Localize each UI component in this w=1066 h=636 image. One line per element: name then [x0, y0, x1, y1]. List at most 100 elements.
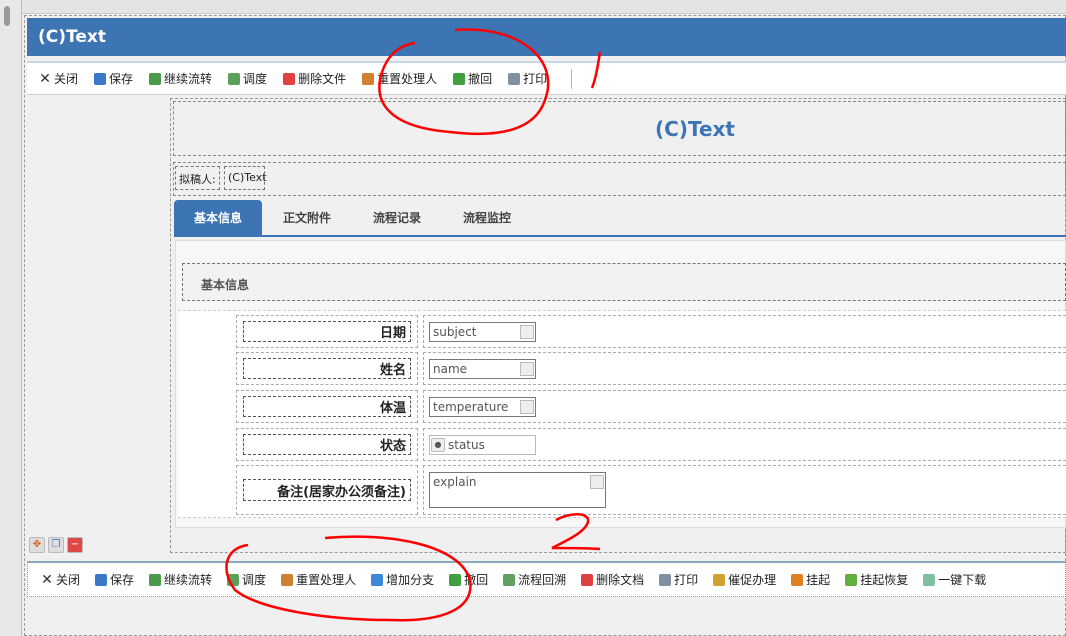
field-value-cell: subject [423, 315, 1066, 348]
field-label-date: 日期 [243, 321, 411, 342]
toolbar-button-label: 关闭 [56, 573, 81, 587]
toolbar-button-6[interactable]: 撤回 [453, 70, 492, 87]
toolbar-button-label: 撤回 [468, 72, 493, 86]
action-icon-10 [713, 573, 726, 586]
toolbar-button-label: 重置处理人 [377, 72, 438, 86]
radio-icon[interactable]: ● [431, 438, 445, 452]
delete-icon [283, 72, 296, 85]
tab-basic-info[interactable]: 基本信息 [174, 200, 262, 235]
toolbar-button-label: 流程回溯 [518, 573, 567, 587]
top-toolbar: ✕ 关闭 保存 继续流转 调度 删除文件 重置处理人 撤回 打印 [27, 61, 1066, 95]
field-label-remark: 备注(居家办公须备注) [243, 479, 411, 501]
drafter-value: (C)Text [224, 166, 267, 190]
toolbar-button-11[interactable]: 挂起 [791, 571, 830, 588]
name-input[interactable]: name [429, 359, 536, 379]
tab-bar: 基本信息 正文附件 流程记录 流程监控 [174, 200, 1066, 237]
drafter-label: 拟稿人: [175, 166, 220, 190]
temperature-input[interactable]: temperature [429, 397, 536, 417]
scrollbar-thumb[interactable] [4, 6, 10, 26]
toolbar-button-label: 调度 [242, 573, 267, 587]
action-icon-12 [845, 573, 858, 586]
toolbar-button-label: 删除文档 [596, 573, 645, 587]
toolbar-button-12[interactable]: 挂起恢复 [845, 571, 908, 588]
action-icon-3 [227, 573, 240, 586]
small-button-group: ✥ ❐ − [29, 537, 89, 557]
scrollbar[interactable] [0, 0, 22, 636]
toolbar-separator [571, 68, 573, 89]
calendar-icon[interactable] [520, 325, 534, 339]
toolbar-button-2[interactable]: 继续流转 [149, 70, 212, 87]
drafter-row [173, 162, 1066, 196]
field-label-name: 姓名 [243, 358, 411, 379]
field-value-cell: temperature [423, 390, 1066, 423]
edit-icon [520, 400, 534, 414]
top-strip [0, 0, 1066, 14]
action-icon-1 [95, 573, 108, 586]
toolbar-button-5[interactable]: 重置处理人 [362, 70, 437, 87]
date-input[interactable]: subject [429, 322, 536, 342]
action-icon-7 [503, 573, 516, 586]
toolbar-button-4[interactable]: 删除文件 [283, 70, 346, 87]
toolbar-button-label: 一键下载 [938, 573, 987, 587]
toolbar-button-label: 打印 [674, 573, 699, 587]
toolbar-button-9[interactable]: 打印 [659, 571, 698, 588]
copy-icon[interactable]: ❐ [48, 537, 64, 553]
toolbar-button-7[interactable]: 流程回溯 [503, 571, 566, 588]
undo-icon [453, 72, 466, 85]
tab-attachments[interactable]: 正文附件 [262, 200, 352, 235]
name-input-value: name [433, 362, 468, 376]
tab-flow-monitor[interactable]: 流程监控 [442, 200, 532, 235]
toolbar-button-5[interactable]: 增加分支 [371, 571, 434, 588]
toolbar-button-3[interactable]: 调度 [228, 70, 267, 87]
window-title: (C)Text [27, 18, 1066, 56]
action-icon-5 [371, 573, 384, 586]
move-icon[interactable]: ✥ [29, 537, 45, 553]
toolbar-button-label: 重置处理人 [296, 573, 357, 587]
toolbar-button-3[interactable]: 调度 [227, 571, 266, 588]
forward-icon [149, 72, 162, 85]
remove-icon[interactable]: − [67, 537, 83, 553]
toolbar-button-label: 增加分支 [386, 573, 435, 587]
action-icon-9 [659, 573, 672, 586]
toolbar-button-label: 打印 [523, 72, 548, 86]
dispatch-icon [228, 72, 241, 85]
print-icon [508, 72, 521, 85]
toolbar-button-label: 保存 [110, 573, 135, 587]
field-label-cell: 体温 [236, 390, 418, 423]
toolbar-button-label: 保存 [109, 72, 134, 86]
toolbar-button-4[interactable]: 重置处理人 [281, 571, 356, 588]
textarea-icon [590, 475, 604, 489]
toolbar-button-8[interactable]: 删除文档 [581, 571, 644, 588]
toolbar-button-label: 催促办理 [728, 573, 777, 587]
field-label-cell: 状态 [236, 428, 418, 461]
toolbar-button-10[interactable]: 催促办理 [713, 571, 776, 588]
date-input-value: subject [433, 325, 477, 339]
toolbar-button-7[interactable]: 打印 [508, 70, 547, 87]
action-icon-8 [581, 573, 594, 586]
close-icon: ✕ [39, 70, 51, 87]
field-label-cell: 备注(居家办公须备注) [236, 465, 418, 515]
toolbar-button-label: 挂起恢复 [860, 573, 909, 587]
status-radio[interactable]: ● status [429, 435, 536, 455]
status-value: status [448, 438, 485, 452]
toolbar-button-1[interactable]: 保存 [94, 70, 133, 87]
action-icon-13 [923, 573, 936, 586]
save-icon [94, 72, 107, 85]
toolbar-button-label: 删除文件 [298, 72, 347, 86]
edit-icon [520, 362, 534, 376]
toolbar-button-2[interactable]: 继续流转 [149, 571, 212, 588]
toolbar-button-6[interactable]: 撤回 [449, 571, 488, 588]
tab-flow-records[interactable]: 流程记录 [352, 200, 442, 235]
toolbar-button-0[interactable]: ✕ 关闭 [39, 70, 78, 87]
form-heading: (C)Text [655, 117, 735, 141]
field-value-cell: name [423, 352, 1066, 385]
toolbar-button-label: 撤回 [464, 573, 489, 587]
toolbar-button-label: 继续流转 [164, 573, 213, 587]
toolbar-button-label: 关闭 [54, 72, 79, 86]
toolbar-button-0[interactable]: ✕ 关闭 [41, 571, 80, 588]
toolbar-button-13[interactable]: 一键下载 [923, 571, 986, 588]
toolbar-button-label: 调度 [243, 72, 268, 86]
remark-textarea[interactable]: explain [429, 472, 606, 508]
toolbar-button-1[interactable]: 保存 [95, 571, 134, 588]
field-label-cell: 姓名 [236, 352, 418, 385]
